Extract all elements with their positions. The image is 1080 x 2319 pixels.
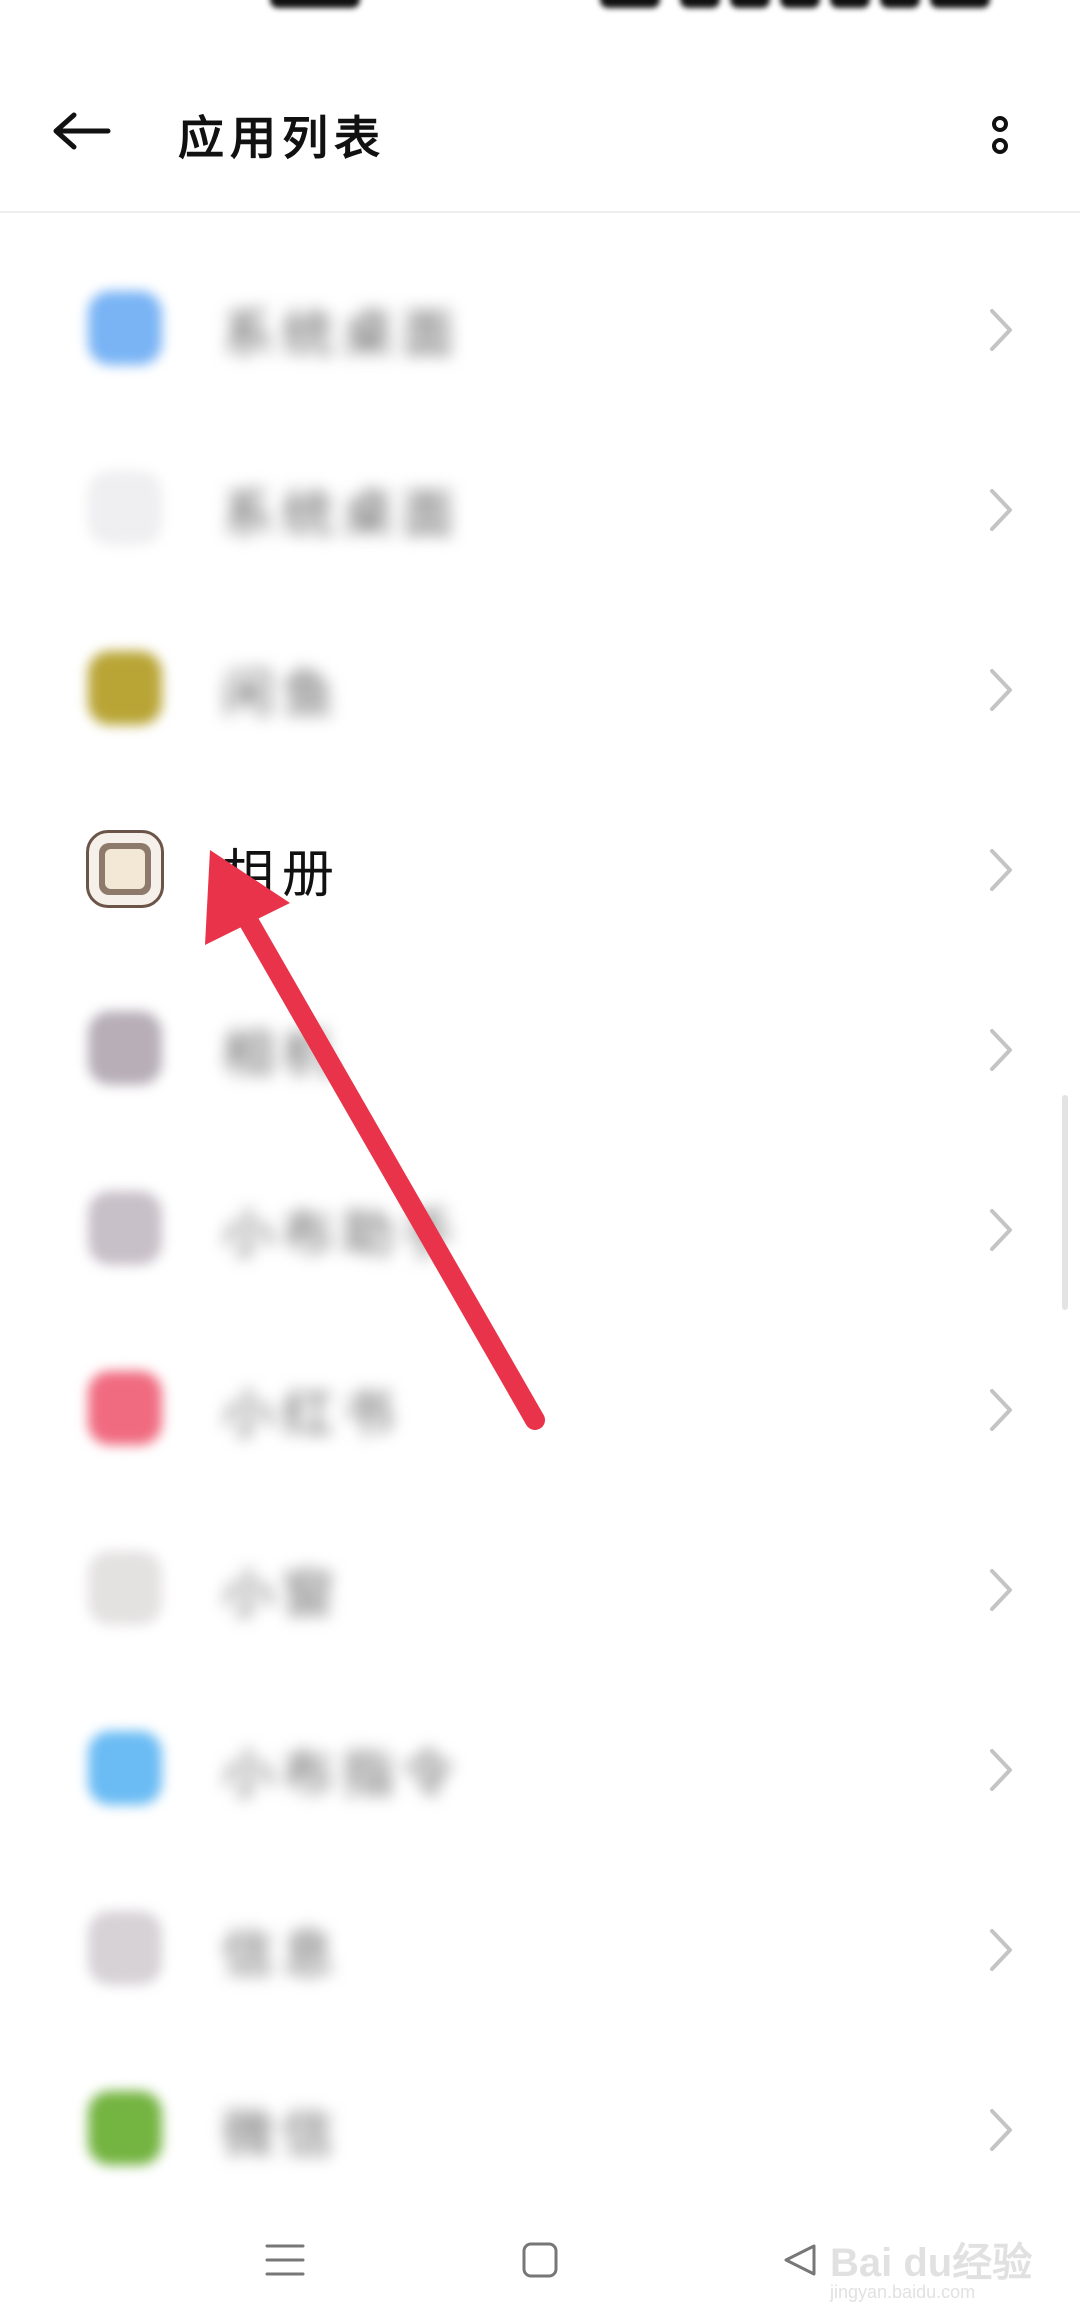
list-item[interactable]: 小窗 bbox=[0, 1500, 1080, 1680]
list-item[interactable]: 小布助手 bbox=[0, 1140, 1080, 1320]
triangle-back-icon bbox=[784, 2244, 816, 2276]
app-icon bbox=[88, 1011, 162, 1085]
arrow-left-icon bbox=[53, 112, 111, 150]
recent-apps-button[interactable] bbox=[255, 2230, 315, 2290]
back-nav-button[interactable] bbox=[770, 2230, 830, 2290]
status-bar bbox=[0, 0, 1080, 36]
list-item[interactable]: 相机 bbox=[0, 960, 1080, 1140]
app-label: 相机 bbox=[222, 1025, 343, 1085]
list-item[interactable]: 小红书 bbox=[0, 1320, 1080, 1500]
chevron-right-icon bbox=[990, 1569, 1012, 1611]
chevron-right-icon bbox=[990, 309, 1012, 351]
more-vertical-icon bbox=[992, 116, 1008, 154]
app-label: 相册 bbox=[222, 845, 343, 905]
list-item[interactable]: 闲鱼 bbox=[0, 600, 1080, 780]
chevron-right-icon bbox=[990, 1029, 1012, 1071]
chevron-right-icon bbox=[990, 1749, 1012, 1791]
app-label: 闲鱼 bbox=[222, 665, 343, 725]
more-options-button[interactable] bbox=[980, 106, 1020, 166]
app-label: 小红书 bbox=[222, 1385, 403, 1445]
app-icon bbox=[88, 2091, 162, 2165]
app-icon bbox=[88, 471, 162, 545]
chevron-right-icon bbox=[990, 1209, 1012, 1251]
chevron-right-icon bbox=[990, 2109, 1012, 2151]
chevron-right-icon bbox=[990, 669, 1012, 711]
list-item[interactable]: 小布指令 bbox=[0, 1680, 1080, 1860]
app-label: 小布助手 bbox=[222, 1205, 463, 1265]
chevron-right-icon bbox=[990, 1389, 1012, 1431]
header-divider bbox=[0, 211, 1080, 213]
app-icon bbox=[88, 291, 162, 365]
watermark-text: Bai du经验 bbox=[830, 2241, 1033, 2285]
app-label: 系统桌面 bbox=[222, 305, 463, 365]
app-icon bbox=[88, 1191, 162, 1265]
watermark-url: jingyan.baidu.com bbox=[830, 2282, 976, 2302]
menu-icon bbox=[265, 2244, 305, 2276]
album-app-icon bbox=[86, 830, 164, 908]
app-icon bbox=[88, 651, 162, 725]
watermark: Bai du经验 jingyan.baidu.com bbox=[830, 2210, 1070, 2310]
chevron-right-icon bbox=[990, 1929, 1012, 1971]
app-label: 系统桌面 bbox=[222, 485, 463, 545]
app-icon bbox=[88, 1911, 162, 1985]
app-label: 微信 bbox=[222, 2105, 343, 2165]
list-item[interactable]: 相册 bbox=[0, 780, 1080, 960]
header: 应用列表 bbox=[0, 36, 1080, 211]
back-button[interactable] bbox=[52, 101, 132, 161]
list-item[interactable]: 系统桌面 bbox=[0, 420, 1080, 600]
app-icon bbox=[88, 1371, 162, 1445]
page-title: 应用列表 bbox=[178, 111, 386, 165]
scrollbar[interactable] bbox=[1062, 1095, 1068, 1310]
list-item[interactable]: 系统桌面 bbox=[0, 240, 1080, 420]
list-item[interactable]: 信息 bbox=[0, 1860, 1080, 2040]
chevron-right-icon bbox=[990, 849, 1012, 891]
app-icon bbox=[88, 1551, 162, 1625]
list-item[interactable]: 微信 bbox=[0, 2040, 1080, 2220]
home-square-icon bbox=[522, 2242, 558, 2278]
chevron-right-icon bbox=[990, 489, 1012, 531]
app-icon bbox=[88, 1731, 162, 1805]
app-label: 小布指令 bbox=[222, 1745, 463, 1805]
app-label: 小窗 bbox=[222, 1565, 343, 1625]
home-button[interactable] bbox=[510, 2230, 570, 2290]
app-label: 信息 bbox=[222, 1925, 343, 1985]
